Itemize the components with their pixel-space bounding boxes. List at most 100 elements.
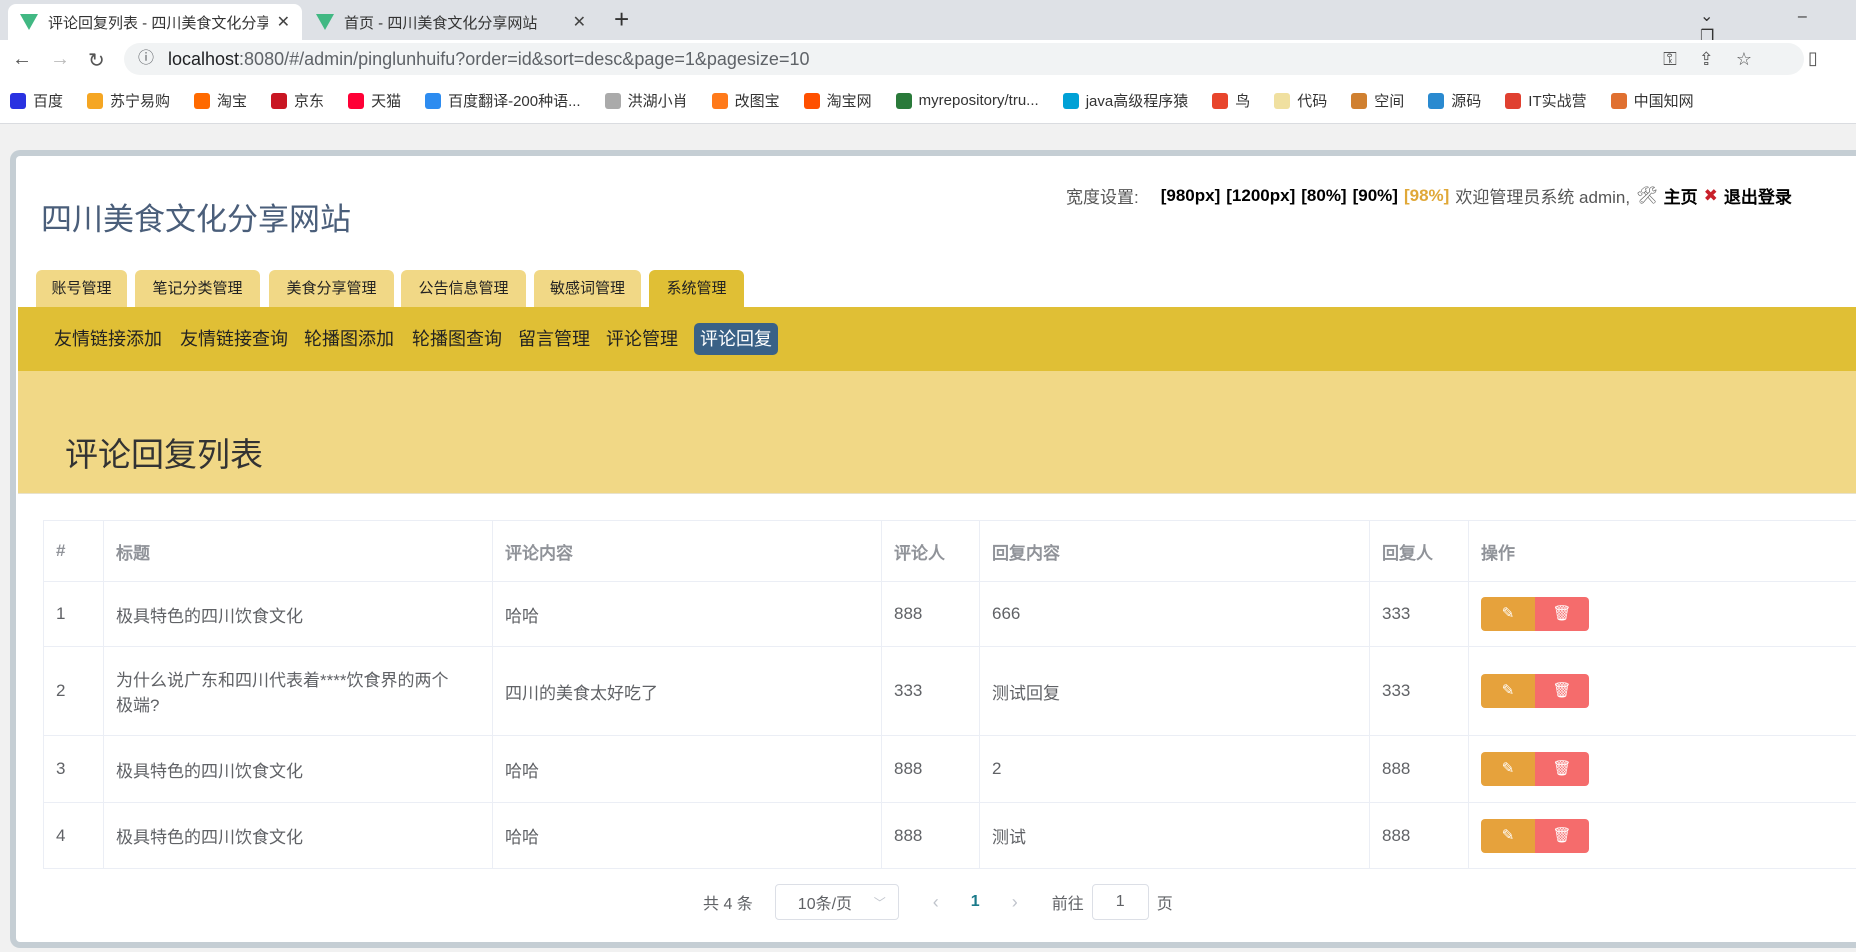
bookmark-item[interactable]: 百度 — [10, 90, 63, 111]
main-tab[interactable]: 账号管理 — [36, 270, 127, 307]
bookmark-item[interactable]: 改图宝 — [711, 90, 780, 111]
main-tab[interactable]: 系统管理 — [649, 270, 744, 307]
table-cell: 888 — [881, 581, 980, 647]
close-tab-icon[interactable]: ✕ — [573, 12, 586, 32]
width-80[interactable]: [80%] — [1301, 186, 1346, 206]
pencil-icon: ✎ — [1501, 682, 1515, 699]
bookmark-favicon-icon — [10, 92, 26, 109]
sub-nav-item[interactable]: 友情链接添加 — [48, 323, 168, 355]
column-header: 回复内容 — [979, 520, 1370, 582]
width-1200[interactable]: [1200px] — [1226, 186, 1295, 206]
welcome-text: 欢迎管理员系统 admin, — [1455, 188, 1631, 207]
bookmark-item[interactable]: 洪湖小肖 — [604, 90, 688, 111]
bookmark-item[interactable]: java高级程序猿 — [1062, 90, 1189, 111]
delete-button[interactable]: 🗑 — [1535, 752, 1589, 786]
bookmark-favicon-icon — [1274, 92, 1291, 109]
bookmark-label: java高级程序猿 — [1085, 93, 1189, 110]
bookmark-item[interactable]: IT实战营 — [1505, 90, 1587, 111]
table-cell: 333 — [881, 646, 980, 736]
site-title: 四川美食文化分享网站 — [41, 202, 351, 238]
bookmark-favicon-icon — [348, 92, 365, 109]
table-cell: 888 — [881, 802, 980, 869]
edit-button[interactable]: ✎ — [1481, 752, 1535, 786]
sidebar-icon[interactable]: ▯ — [1808, 48, 1818, 69]
table-header-row: # 标题 评论内容 评论人 回复内容 回复人 操作 — [43, 520, 1856, 582]
bookmark-label: 淘宝网 — [826, 93, 872, 110]
trash-icon: 🗑 — [1552, 826, 1572, 844]
close-tab-icon[interactable]: ✕ — [277, 12, 290, 32]
delete-button[interactable]: 🗑 — [1535, 818, 1589, 853]
bookmark-item[interactable]: 苏宁易购 — [87, 90, 170, 111]
bookmark-item[interactable]: 百度翻译-200种语... — [425, 90, 581, 111]
bookmark-item[interactable]: 代码 — [1274, 90, 1327, 111]
sub-nav-item[interactable]: 轮播图查询 — [406, 323, 508, 355]
goto-page-input[interactable]: 1 — [1091, 884, 1149, 920]
address-bar-actions-icons[interactable]: ⚿⇪☆ — [1663, 43, 1774, 75]
pencil-icon: ✎ — [1501, 760, 1515, 777]
header-toolbar: 宽度设置: [980px] [1200px] [80%] [90%] [98%]… — [1066, 183, 1792, 208]
bookmark-label: 百度 — [33, 93, 64, 110]
reload-icon[interactable]: ↻ — [88, 48, 105, 73]
bookmark-label: myrepository/tru... — [918, 92, 1039, 109]
table-cell: 333 — [1369, 646, 1469, 736]
bookmark-item[interactable]: 淘宝网 — [803, 90, 872, 111]
page-size-select[interactable]: 10条/页 ﹀ — [774, 884, 899, 920]
bookmark-label: 鸟 — [1235, 93, 1251, 110]
bookmark-favicon-icon — [1212, 92, 1229, 109]
info-icon: ⓘ — [138, 50, 155, 67]
close-red-icon: ✖ — [1703, 185, 1718, 205]
table-cell: 极具特色的四川饮食文化 — [103, 802, 493, 869]
table-cell: 2 — [43, 646, 104, 736]
edit-button[interactable]: ✎ — [1481, 597, 1535, 631]
bookmark-label: 改图宝 — [734, 93, 780, 110]
table-row: 4 极具特色的四川饮食文化 哈哈 888 测试 888 ✎ 🗑 — [43, 802, 1856, 869]
width-90[interactable]: [90%] — [1353, 186, 1398, 206]
bookmark-item[interactable]: myrepository/tru... — [895, 92, 1039, 109]
sub-nav-item[interactable]: 友情链接查询 — [174, 323, 294, 355]
bookmark-item[interactable]: 淘宝 — [194, 90, 247, 111]
column-header: 评论内容 — [492, 520, 882, 582]
sub-nav-item[interactable]: 留言管理 — [512, 323, 596, 355]
forward-icon[interactable]: → — [50, 48, 70, 71]
bookmark-favicon-icon — [895, 92, 912, 109]
browser-tab-active[interactable]: 评论回复列表 - 四川美食文化分享网站✕ — [8, 4, 302, 40]
prev-page-icon[interactable]: ‹ — [933, 892, 939, 913]
width-980[interactable]: [980px] — [1161, 186, 1221, 206]
column-header: 评论人 — [881, 520, 980, 582]
width-98-current[interactable]: [98%] — [1404, 186, 1449, 206]
table-cell: 2 — [979, 735, 1370, 803]
edit-button[interactable]: ✎ — [1481, 674, 1535, 708]
bookmark-item[interactable]: 天猫 — [348, 90, 401, 111]
trash-icon: 🗑 — [1552, 605, 1572, 622]
delete-button[interactable]: 🗑 — [1535, 597, 1589, 631]
page-title: 评论回复列表 — [65, 436, 263, 473]
bookmark-item[interactable]: 京东 — [271, 90, 324, 111]
bookmark-favicon-icon — [1428, 92, 1445, 109]
sub-nav-item[interactable]: 评论管理 — [600, 323, 684, 355]
bookmark-label: 洪湖小肖 — [627, 93, 688, 110]
main-tab[interactable]: 公告信息管理 — [401, 270, 526, 307]
sub-nav-item[interactable]: 轮播图添加 — [298, 323, 400, 355]
new-tab-button[interactable]: + — [614, 4, 629, 35]
main-tab[interactable]: 敏感词管理 — [534, 270, 641, 307]
home-link[interactable]: 主页 — [1664, 183, 1698, 208]
main-tab[interactable]: 美食分享管理 — [269, 270, 394, 307]
bookmark-item[interactable]: 源码 — [1428, 90, 1481, 111]
sub-nav-item[interactable]: 评论回复 — [694, 323, 778, 355]
bookmark-item[interactable]: 鸟 — [1212, 90, 1250, 111]
address-bar-row: ← → ↻ ⓘ localhost:8080/#/admin/pinglunhui… — [0, 40, 1856, 78]
bookmark-item[interactable]: 中国知网 — [1610, 90, 1694, 111]
next-page-icon[interactable]: › — [1012, 892, 1018, 913]
logout-link[interactable]: 退出登录 — [1724, 183, 1792, 208]
bookmark-item[interactable]: 空间 — [1351, 90, 1404, 111]
edit-button[interactable]: ✎ — [1481, 818, 1535, 853]
delete-button[interactable]: 🗑 — [1535, 674, 1589, 708]
page-number-current[interactable]: 1 — [971, 893, 980, 911]
main-tab[interactable]: 笔记分类管理 — [135, 270, 260, 307]
url-input[interactable]: ⓘ localhost:8080/#/admin/pinglunhuifu?ord… — [124, 43, 1804, 75]
bookmark-label: 百度翻译-200种语... — [448, 93, 581, 110]
bookmark-favicon-icon — [803, 92, 820, 109]
bookmark-favicon-icon — [87, 92, 104, 109]
back-icon[interactable]: ← — [12, 48, 32, 71]
browser-tab[interactable]: 首页 - 四川美食文化分享网站 ✕ — [304, 4, 598, 40]
